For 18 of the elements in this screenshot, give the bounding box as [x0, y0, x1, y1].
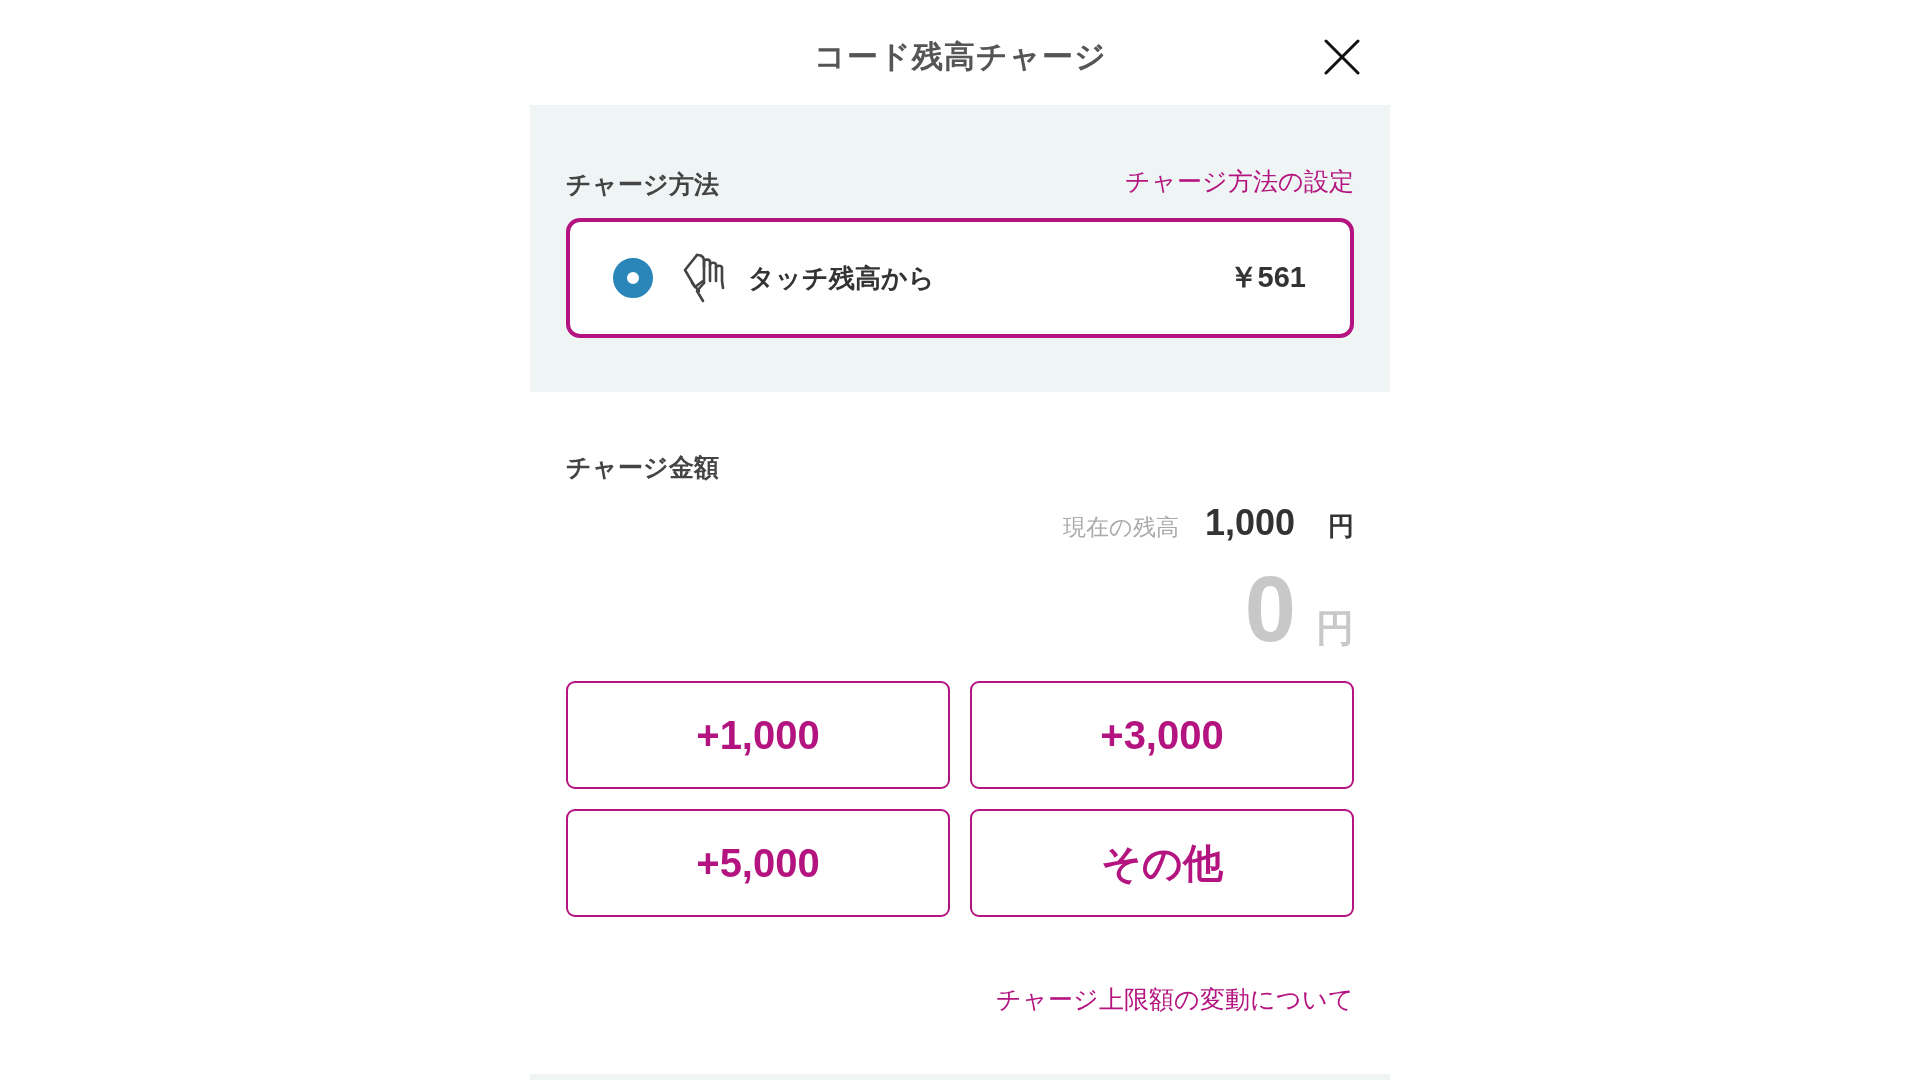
current-balance-label: 現在の残高 — [1062, 513, 1179, 542]
radio-selected-icon — [613, 258, 653, 298]
charge-method-settings-link[interactable]: チャージ方法の設定 — [1125, 163, 1354, 201]
charge-limit-info-link[interactable]: チャージ上限額の変動について — [996, 981, 1354, 1019]
close-icon — [1324, 38, 1360, 75]
charge-method-balance: ￥561 — [1228, 260, 1306, 296]
charge-method-label: タッチ残高から — [748, 261, 935, 295]
current-balance-value: 1,000 — [1204, 501, 1295, 545]
add-amount-button[interactable]: +3,000 — [970, 681, 1354, 789]
section-heading: チャージ方法 — [566, 169, 719, 202]
add-amount-button[interactable]: +1,000 — [566, 681, 950, 789]
add-amount-button[interactable]: その他 — [970, 809, 1354, 917]
dialog-title: コード残高チャージ — [813, 37, 1107, 77]
close-button[interactable] — [1324, 38, 1360, 75]
charge-method-option[interactable]: タッチ残高から ￥561 — [566, 218, 1354, 338]
currency-unit: 円 — [1328, 510, 1354, 543]
section-heading: チャージ金額 — [566, 452, 720, 484]
add-amount-button[interactable]: +5,000 — [566, 809, 950, 917]
